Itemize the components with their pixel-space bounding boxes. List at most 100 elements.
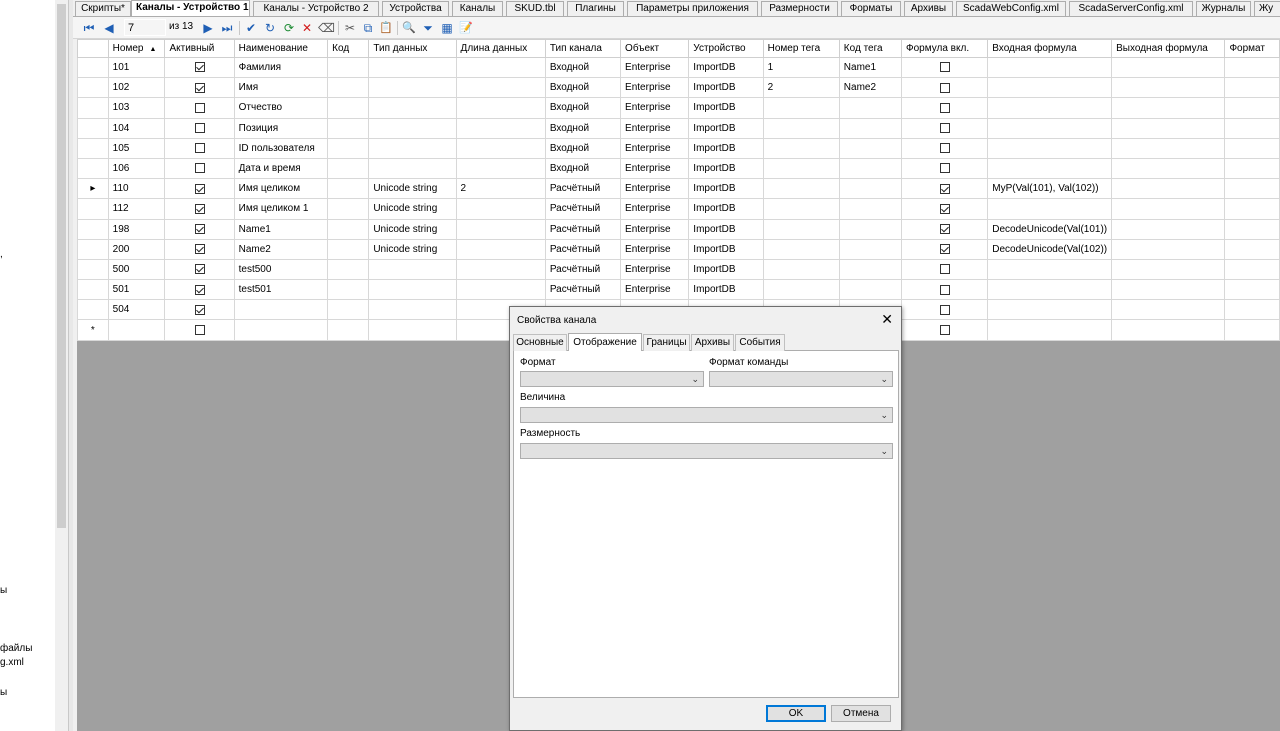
tab-display[interactable]: Отображение (568, 333, 642, 351)
cell-code[interactable] (327, 77, 370, 99)
cell-object[interactable]: Enterprise (620, 117, 690, 139)
filter-icon[interactable]: ⏷ (420, 20, 436, 36)
active-checkbox[interactable] (194, 284, 205, 295)
formula-enabled-checkbox[interactable] (939, 62, 950, 73)
column-header-device[interactable]: Устройство (688, 39, 764, 58)
column-header-format[interactable]: Формат (1224, 39, 1280, 58)
cell-active[interactable] (164, 238, 235, 260)
table-row[interactable]: 112 Имя целиком 1 Unicode string Расчётный E… (77, 198, 1280, 220)
cell-format[interactable] (1224, 137, 1280, 159)
cell-number[interactable]: 104 (107, 117, 166, 139)
cell-tag-number[interactable] (762, 198, 840, 220)
cell-channel-type[interactable]: Входной (544, 56, 622, 79)
cell-input-formula[interactable] (987, 279, 1113, 301)
cell-name[interactable]: Позиция (233, 117, 329, 139)
cell-formula-enabled[interactable] (901, 157, 989, 180)
cell-name[interactable]: Name2 (233, 238, 329, 260)
formula-enabled-checkbox[interactable] (939, 284, 950, 295)
row-header[interactable]: ▸ (77, 178, 109, 200)
cell-channel-type[interactable]: Расчётный (544, 279, 622, 301)
last-record-icon[interactable]: ⏭ (219, 20, 235, 36)
table-row[interactable]: 200 Name2 Unicode string Расчётный Enterpris… (77, 238, 1280, 260)
cell-input-formula[interactable] (987, 157, 1113, 180)
active-checkbox[interactable] (194, 123, 205, 134)
formula-enabled-checkbox[interactable] (939, 82, 950, 93)
column-header-name[interactable]: Наименование (233, 39, 329, 58)
cell-output-formula[interactable] (1111, 218, 1226, 240)
quantity-combo[interactable]: ⌄ (520, 407, 893, 423)
cell-name[interactable]: Имя целиком 1 (233, 198, 329, 220)
cell-formula-enabled[interactable] (901, 198, 989, 220)
active-checkbox[interactable] (194, 304, 205, 315)
cell-name[interactable]: ID пользователя (233, 137, 329, 159)
cell-input-formula[interactable]: MyP(Val(101), Val(102)) (987, 178, 1113, 200)
cell-output-formula[interactable] (1111, 77, 1226, 99)
cell-data-length[interactable] (455, 157, 546, 180)
cell-data-length[interactable] (455, 279, 546, 301)
tab-limits[interactable]: Границы (643, 334, 690, 351)
cell-name[interactable]: Фамилия (233, 56, 329, 79)
active-checkbox[interactable] (194, 102, 205, 113)
cell-name[interactable]: test500 (233, 258, 329, 281)
cell-input-formula[interactable]: DecodeUnicode(Val(102)) (987, 238, 1113, 260)
active-checkbox[interactable] (194, 183, 205, 194)
cell-empty[interactable] (233, 319, 329, 341)
cell-tag-number[interactable]: 1 (762, 56, 840, 79)
properties-icon[interactable]: 📝 (458, 20, 474, 36)
row-header[interactable]: * (77, 319, 109, 341)
cell-output-formula[interactable] (1111, 299, 1226, 321)
cell-name[interactable]: Name1 (233, 218, 329, 240)
cell-active[interactable] (164, 117, 235, 139)
cell-format[interactable] (1224, 258, 1280, 281)
cell-active[interactable] (164, 137, 235, 159)
row-header[interactable] (77, 157, 109, 180)
cell-data-type[interactable]: Unicode string (368, 238, 457, 260)
cell-data-length[interactable] (455, 137, 546, 159)
cell-number[interactable]: 200 (107, 238, 166, 260)
scrollbar-thumb[interactable] (57, 4, 66, 528)
cell-active[interactable] (164, 178, 235, 200)
table-row[interactable]: ▸ 110 Имя целиком Unicode string 2 Расчётный E… (77, 178, 1280, 200)
cell-tag-code[interactable] (838, 157, 903, 180)
cell-object[interactable]: Enterprise (620, 77, 690, 99)
cut-icon[interactable]: ✂ (342, 20, 358, 36)
row-header[interactable] (77, 77, 109, 99)
cell-formula-enabled[interactable] (901, 258, 989, 281)
table-row[interactable]: 500 test500 Расчётный Enterprise ImportDB (77, 258, 1280, 281)
cancel-button[interactable]: Отмена (831, 705, 891, 722)
cell-empty[interactable] (1224, 319, 1280, 341)
table-row[interactable]: 104 Позиция Входной Enterprise ImportDB (77, 117, 1280, 139)
formula-enabled-checkbox[interactable] (939, 223, 950, 234)
cell-active[interactable] (164, 258, 235, 281)
formula-enabled-checkbox[interactable] (939, 102, 950, 113)
cell-object[interactable]: Enterprise (620, 238, 690, 260)
cell-format[interactable] (1224, 198, 1280, 220)
row-header[interactable] (77, 97, 109, 119)
cell-channel-type[interactable]: Расчётный (544, 238, 622, 260)
cell-data-length[interactable] (455, 238, 546, 260)
cell-code[interactable] (327, 117, 370, 139)
cell-tag-code[interactable] (838, 258, 903, 281)
cell-channel-type[interactable]: Входной (544, 77, 622, 99)
tab-channels-device-1[interactable]: Каналы - Устройство 1 (131, 0, 250, 16)
column-header-data-length[interactable]: Длина данных (455, 39, 546, 58)
cell-data-length[interactable] (455, 77, 546, 99)
cell-tag-code[interactable] (838, 137, 903, 159)
cell-device[interactable]: ImportDB (688, 97, 764, 119)
cell-data-type[interactable]: Unicode string (368, 218, 457, 240)
table-row[interactable]: 102 Имя Входной Enterprise ImportDB 2 Name2 (77, 77, 1280, 99)
cell-input-formula[interactable] (987, 56, 1113, 79)
cell-active[interactable] (164, 56, 235, 79)
cell-tag-number[interactable] (762, 258, 840, 281)
cell-output-formula[interactable] (1111, 258, 1226, 281)
cell-output-formula[interactable] (1111, 117, 1226, 139)
tab-plugins[interactable]: Плагины (567, 1, 624, 16)
tab-scada-server-config[interactable]: ScadaServerConfig.xml (1069, 1, 1193, 16)
cell-object[interactable]: Enterprise (620, 97, 690, 119)
cell-tag-code[interactable] (838, 198, 903, 220)
cell-empty[interactable] (987, 319, 1113, 341)
cell-active[interactable] (164, 97, 235, 119)
cell-object[interactable]: Enterprise (620, 137, 690, 159)
row-header[interactable] (77, 198, 109, 220)
cell-data-length[interactable] (455, 218, 546, 240)
